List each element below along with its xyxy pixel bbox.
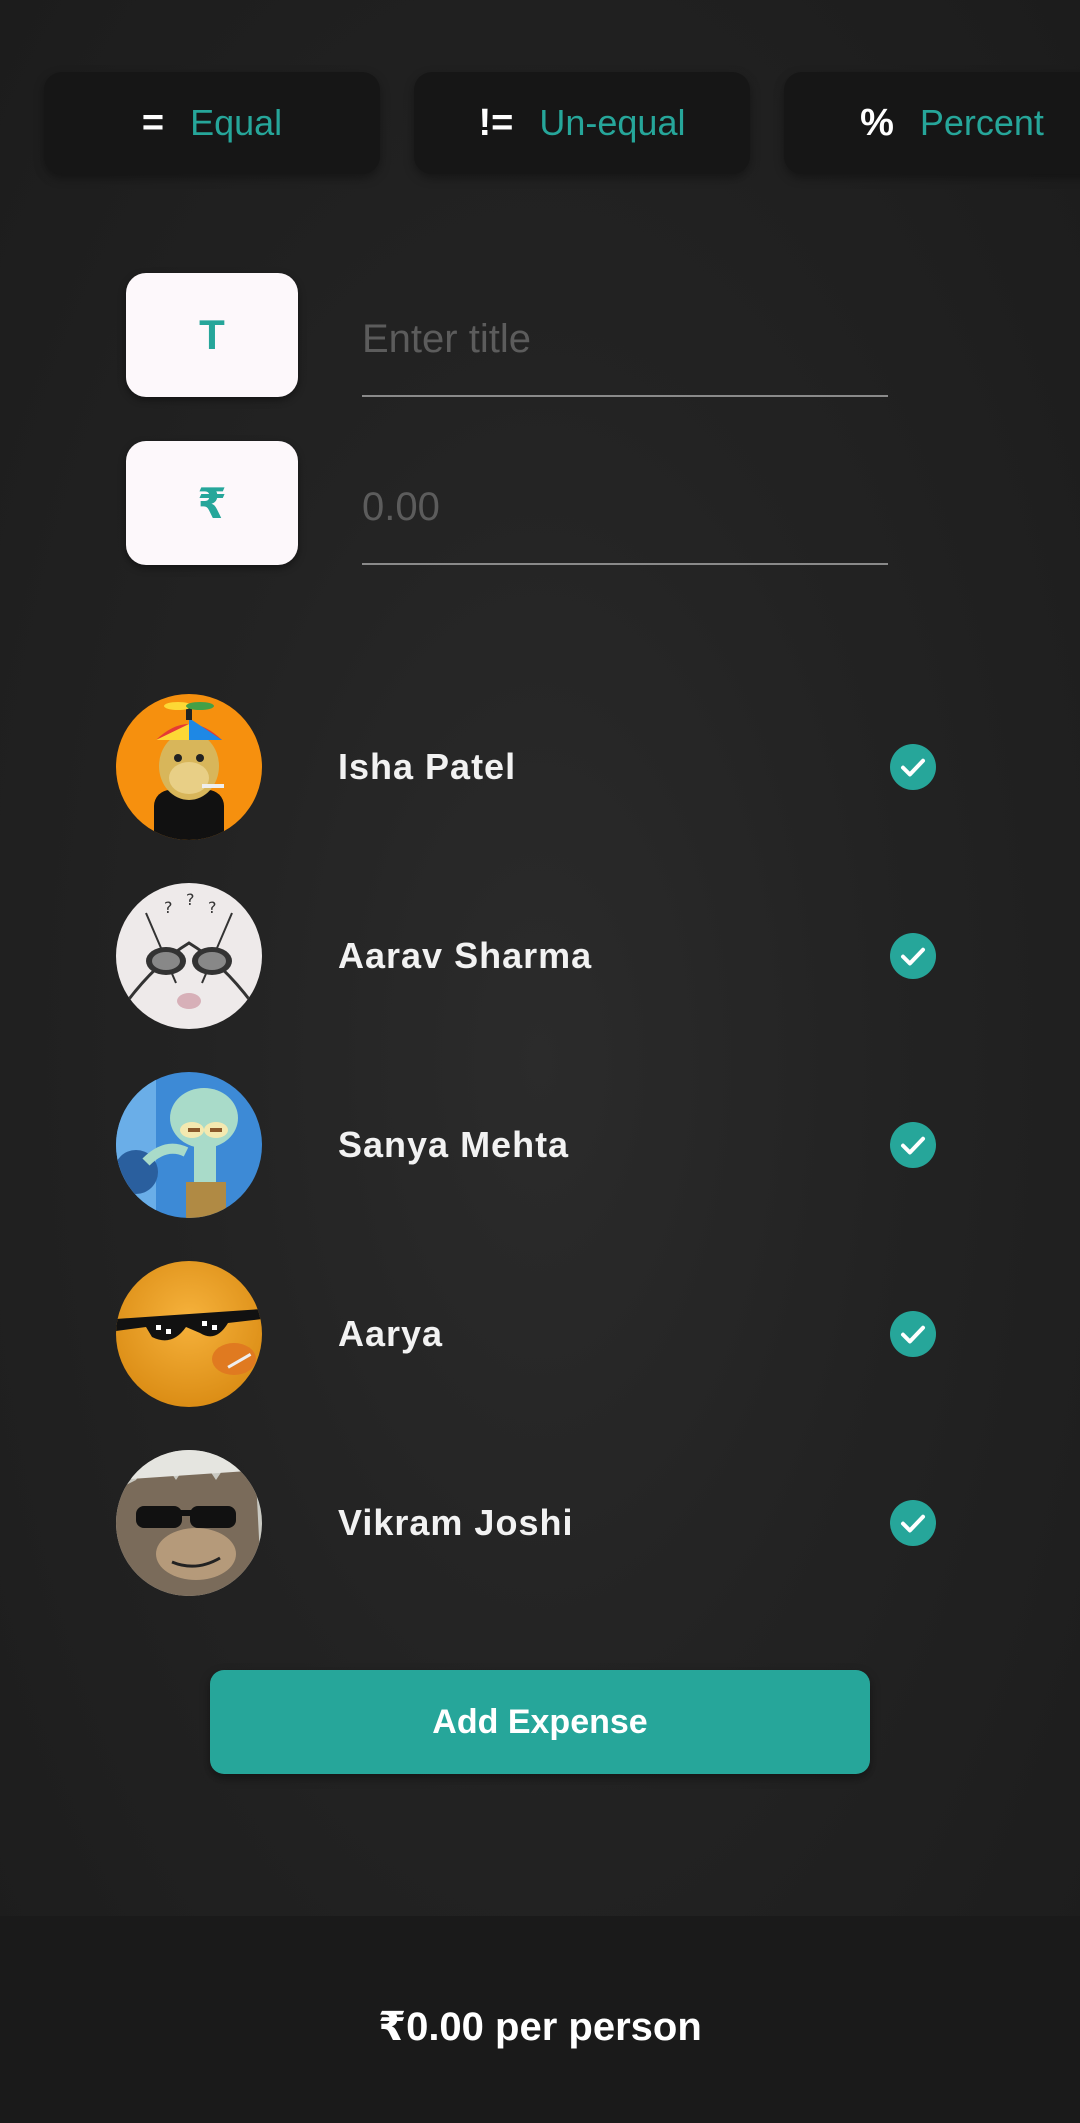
member-item[interactable]: Isha Patel [116,694,936,840]
rupee-icon: ₹ [126,441,298,565]
not-equal-icon: != [478,101,514,144]
equal-icon: = [141,101,165,144]
split-mode-tabs: = Equal != Un-equal % Percent [44,72,1080,174]
per-person-footer: ₹0.00 per person [0,1916,1080,2123]
member-item[interactable]: Sanya Mehta [116,1072,936,1218]
check-circle-icon[interactable] [890,1311,936,1357]
amount-input[interactable] [362,441,888,565]
title-icon: T [126,273,298,397]
svg-text:?: ? [208,898,217,917]
member-item[interactable]: ? ? ? Aarav Sharma [116,883,936,1029]
check-circle-icon[interactable] [890,1122,936,1168]
member-name: Sanya Mehta [338,1124,570,1165]
avatar [116,1261,262,1407]
avatar [116,694,262,840]
member-name: Aarav Sharma [338,935,593,976]
amount-row: ₹ [126,441,888,565]
member-item[interactable]: Vikram Joshi [116,1450,936,1596]
per-person-amount: ₹0.00 per person [378,2004,702,2049]
member-item[interactable]: Aarya [116,1261,936,1407]
svg-text:?: ? [164,898,173,917]
avatar: ? ? ? [116,883,262,1029]
add-expense-button[interactable]: Add Expense [210,1670,870,1774]
svg-text:?: ? [186,890,195,909]
title-input[interactable] [362,273,888,397]
tab-percent[interactable]: % Percent [784,72,1080,174]
member-name: Aarya [338,1313,444,1354]
avatar [116,1072,262,1218]
check-circle-icon[interactable] [890,933,936,979]
add-expense-screen: = Equal != Un-equal % Percent T ₹ [0,0,1080,2123]
check-circle-icon[interactable] [890,1500,936,1546]
title-row: T [126,273,888,397]
avatar [116,1450,262,1596]
tab-label: Percent [919,102,1044,143]
tab-unequal[interactable]: != Un-equal [414,72,750,174]
percent-icon: % [860,101,894,144]
member-name: Isha Patel [338,746,517,787]
tab-equal[interactable]: = Equal [44,72,380,174]
member-name: Vikram Joshi [338,1502,574,1543]
tab-label: Equal [190,102,283,143]
check-circle-icon[interactable] [890,744,936,790]
tab-label: Un-equal [539,102,686,143]
